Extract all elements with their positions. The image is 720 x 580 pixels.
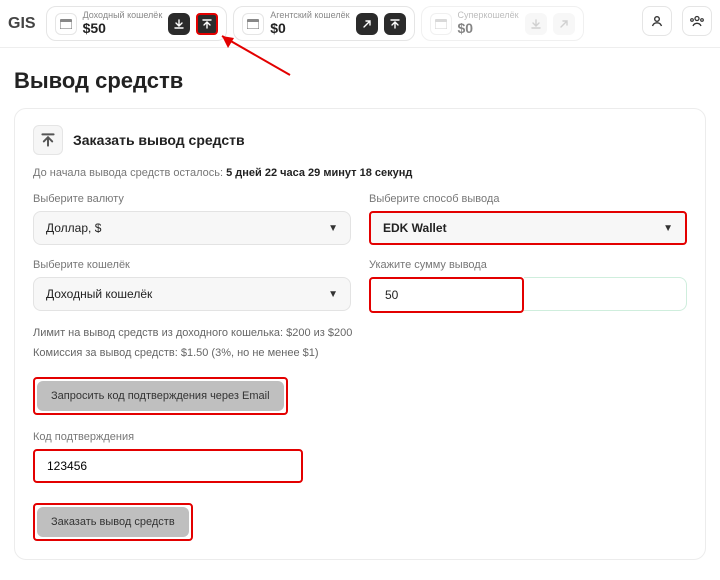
withdraw-icon[interactable] (196, 13, 218, 35)
code-input[interactable] (37, 453, 299, 479)
currency-select[interactable]: Доллар, $ ▼ (33, 211, 351, 245)
chevron-down-icon: ▼ (663, 223, 673, 234)
wallet-card-super: Суперкошелёк $0 (421, 6, 584, 41)
transfer-out-icon[interactable] (356, 13, 378, 35)
wallet-icon (430, 13, 452, 35)
withdraw-panel-icon (33, 125, 63, 155)
wallet-card-agent: Агентский кошелёк $0 (233, 6, 414, 41)
wallet-amount: $0 (458, 21, 519, 36)
wallet-icon (242, 13, 264, 35)
method-select[interactable]: EDK Wallet ▼ (369, 211, 687, 245)
topbar: GIS Доходный кошелёк $50 Агентский кошел… (0, 0, 720, 48)
panel-title: Заказать вывод средств (73, 132, 245, 148)
method-value: EDK Wallet (383, 221, 447, 235)
wallet-label: Выберите кошелёк (33, 259, 351, 271)
limit-line: Лимит на вывод средств из доходного коше… (33, 327, 687, 339)
submit-withdraw-button[interactable]: Заказать вывод средств (37, 507, 189, 537)
currency-label: Выберите валюту (33, 193, 351, 205)
withdraw-icon[interactable] (384, 13, 406, 35)
wallet-amount: $0 (270, 21, 349, 36)
profile-button[interactable] (642, 6, 672, 36)
countdown-prefix: До начала вывода средств осталось: (33, 167, 223, 179)
wallet-amount: $50 (83, 21, 163, 36)
page-title: Вывод средств (14, 68, 706, 94)
wallet-card-income: Доходный кошелёк $50 (46, 6, 228, 41)
amount-input[interactable] (373, 281, 520, 309)
deposit-icon[interactable] (168, 13, 190, 35)
currency-value: Доллар, $ (46, 221, 101, 235)
method-label: Выберите способ вывода (369, 193, 687, 205)
team-button[interactable] (682, 6, 712, 36)
logo: GIS (8, 6, 40, 41)
code-label: Код подтверждения (33, 431, 687, 443)
wallet-icon (55, 13, 77, 35)
chevron-down-icon: ▼ (328, 223, 338, 234)
chevron-down-icon: ▼ (328, 289, 338, 300)
countdown-line: До начала вывода средств осталось: 5 дне… (33, 167, 687, 179)
fee-line: Комиссия за вывод средств: $1.50 (3%, но… (33, 347, 687, 359)
countdown-value: 5 дней 22 часа 29 минут 18 секунд (226, 167, 412, 179)
wallet-select[interactable]: Доходный кошелёк ▼ (33, 277, 351, 311)
deposit-icon[interactable] (525, 13, 547, 35)
wallet-value: Доходный кошелёк (46, 287, 152, 301)
request-code-button[interactable]: Запросить код подтверждения через Email (37, 381, 284, 411)
amount-label: Укажите сумму вывода (369, 259, 687, 271)
transfer-out-icon[interactable] (553, 13, 575, 35)
withdraw-panel: Заказать вывод средств До начала вывода … (14, 108, 706, 560)
